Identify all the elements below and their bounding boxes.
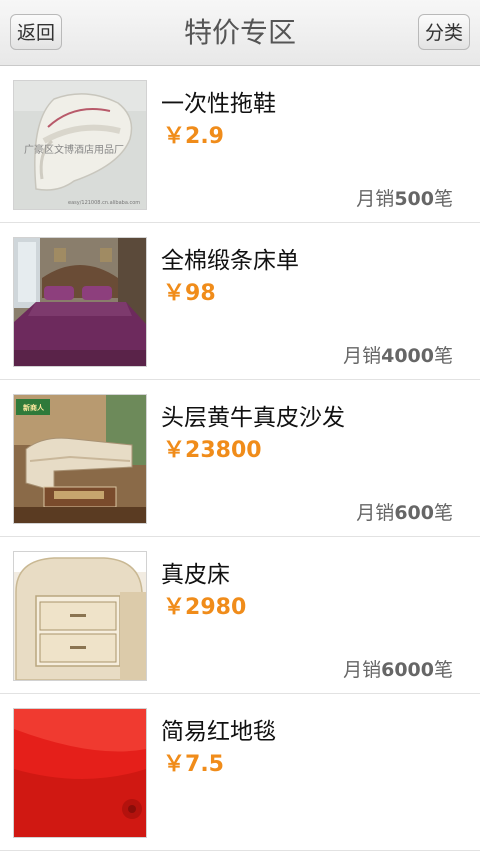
product-price: ￥7.5 — [163, 746, 224, 778]
top-bar: 返回 特价专区 分类 — [0, 0, 480, 66]
price-value: 2980 — [185, 595, 247, 620]
sales-suffix: 笔 — [433, 345, 453, 367]
slippers-image-footer: easy/121008.cn.alibaba.com — [68, 200, 140, 206]
product-price: ￥2980 — [163, 589, 246, 621]
sales-suffix: 笔 — [433, 502, 453, 524]
product-name[interactable]: 简易红地毯 — [161, 712, 276, 746]
monthly-sales: 月销4000笔 — [343, 341, 453, 368]
price-value: 7.5 — [185, 752, 224, 777]
monthly-sales: 月销500笔 — [356, 184, 453, 211]
product-name[interactable]: 头层黄牛真皮沙发 — [161, 398, 345, 432]
sales-count: 500 — [394, 188, 434, 210]
price-value: 23800 — [185, 438, 262, 463]
sales-suffix: 笔 — [433, 659, 453, 681]
product-price: ￥23800 — [163, 432, 262, 464]
sofa-image-caption: 新商人 — [23, 403, 45, 412]
product-price: ￥98 — [163, 275, 216, 307]
monthly-sales: 月销6000笔 — [343, 655, 453, 682]
product-list: 广豪区文博酒店用品厂 easy/121008.cn.alibaba.com 一次… — [0, 66, 480, 851]
product-image-red-carpet[interactable] — [13, 708, 147, 838]
product-item[interactable]: 真皮床 ￥2980 月销6000笔 — [0, 537, 480, 694]
currency-symbol: ￥ — [163, 595, 186, 620]
product-item[interactable]: 新商人 头层黄牛真皮沙发 ￥23800 月销600笔 — [0, 380, 480, 537]
product-price: ￥2.9 — [163, 118, 224, 150]
product-item[interactable]: 广豪区文博酒店用品厂 easy/121008.cn.alibaba.com 一次… — [0, 66, 480, 223]
sales-prefix: 月销 — [343, 345, 382, 367]
product-image-slippers[interactable]: 广豪区文博酒店用品厂 easy/121008.cn.alibaba.com — [13, 80, 147, 210]
sales-count: 4000 — [381, 345, 434, 367]
product-image-bedsheet[interactable] — [13, 237, 147, 367]
page-title: 特价专区 — [183, 16, 296, 49]
product-image-leather-bed[interactable] — [13, 551, 147, 681]
currency-symbol: ￥ — [163, 124, 186, 149]
currency-symbol: ￥ — [163, 438, 186, 463]
product-name[interactable]: 真皮床 — [161, 555, 230, 589]
sales-count: 600 — [394, 502, 434, 524]
currency-symbol: ￥ — [163, 281, 186, 306]
product-item[interactable]: 简易红地毯 ￥7.5 — [0, 694, 480, 851]
currency-symbol: ￥ — [163, 752, 186, 777]
category-button[interactable]: 分类 — [418, 14, 470, 50]
price-value: 2.9 — [185, 124, 224, 149]
monthly-sales: 月销600笔 — [356, 498, 453, 525]
product-item[interactable]: 全棉缎条床单 ￥98 月销4000笔 — [0, 223, 480, 380]
sales-suffix: 笔 — [433, 188, 453, 210]
product-name[interactable]: 全棉缎条床单 — [161, 241, 299, 275]
slippers-image-caption: 广豪区文博酒店用品厂 — [24, 143, 124, 156]
sales-prefix: 月销 — [343, 659, 382, 681]
product-name[interactable]: 一次性拖鞋 — [161, 84, 276, 118]
sales-prefix: 月销 — [356, 188, 395, 210]
sales-prefix: 月销 — [356, 502, 395, 524]
sales-count: 6000 — [381, 659, 434, 681]
price-value: 98 — [185, 281, 216, 306]
product-image-sofa[interactable]: 新商人 — [13, 394, 147, 524]
